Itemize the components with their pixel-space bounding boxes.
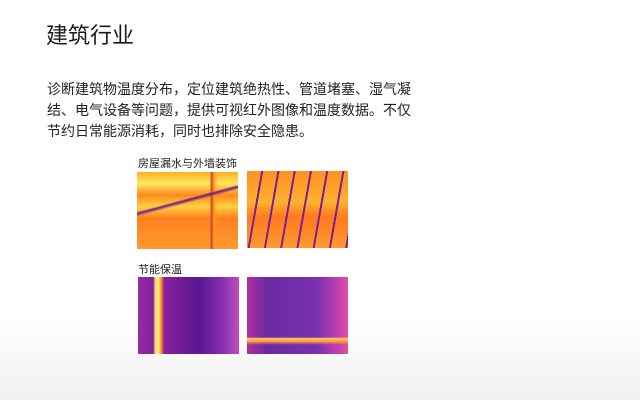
thermal-image-wall-corner [137,172,238,249]
section-caption-leak: 房屋漏水与外墙装饰 [138,157,237,170]
thermal-image-door [138,277,239,354]
page-title: 建筑行业 [46,24,135,49]
section-caption-insulation: 节能保温 [138,263,182,276]
thermal-image-window [247,277,348,354]
description-text: 诊断建筑物温度分布，定位建筑绝热性、管道堵塞、湿气凝结、电气设备等问题，提供可视… [47,82,411,140]
thermal-image-ceiling [247,171,348,248]
